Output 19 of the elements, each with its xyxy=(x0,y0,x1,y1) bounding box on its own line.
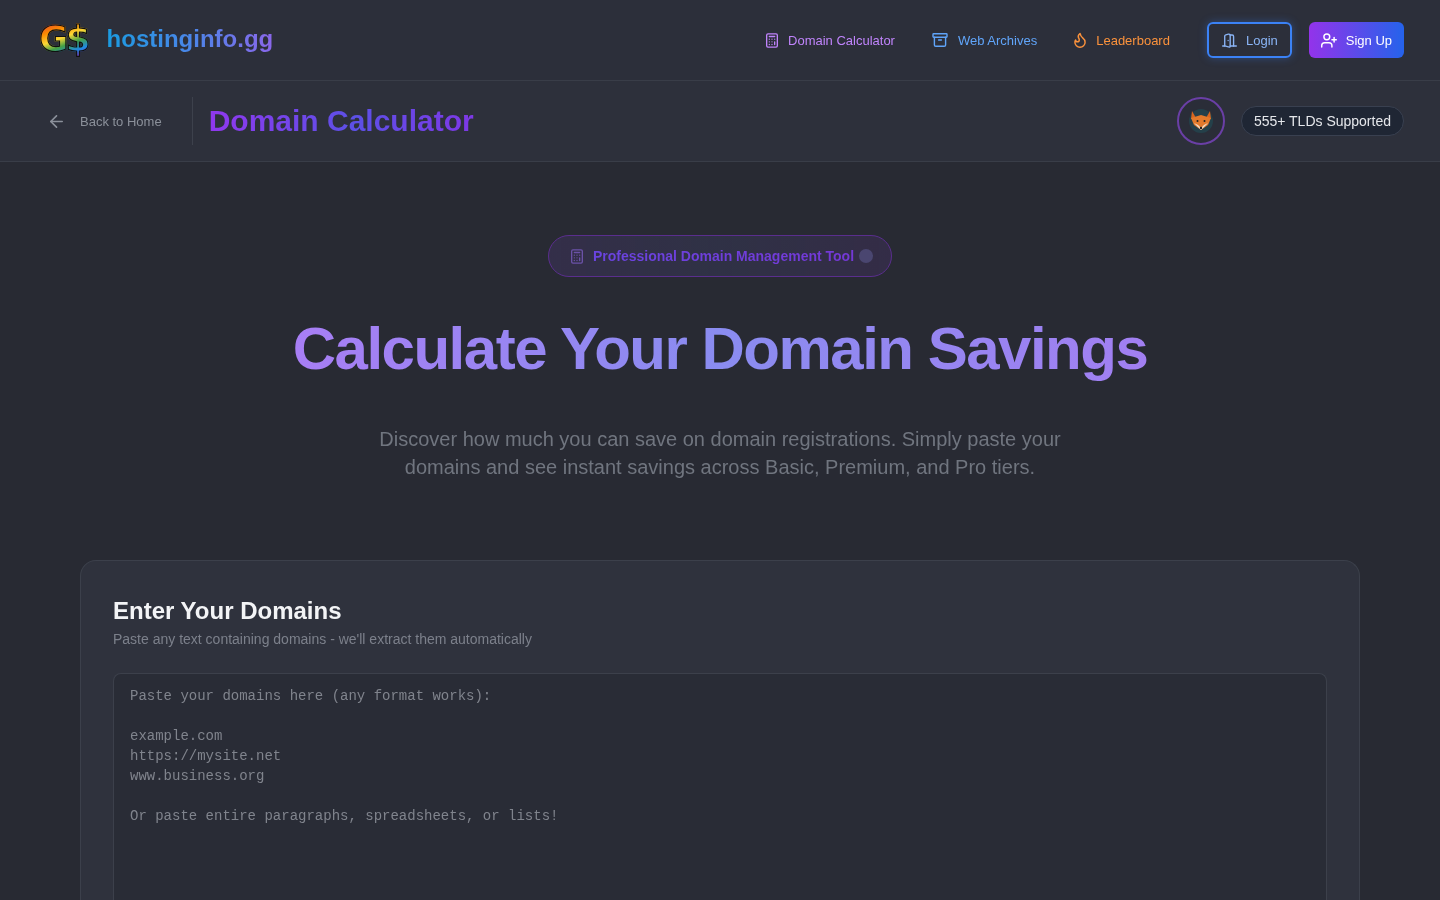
login-button[interactable]: Login xyxy=(1206,22,1292,58)
user-plus-icon xyxy=(1320,32,1337,48)
dot-icon xyxy=(859,249,874,263)
card-subtitle: Paste any text containing domains - we'll extract them automatically xyxy=(113,630,532,649)
flame-icon xyxy=(1074,32,1087,48)
domain-input-field[interactable]: Paste your domains here (any format works): example.com https://mysite.net www.business.org Or paste entire paragraphs, spreadsheets, or lists! xyxy=(113,673,1327,900)
door-icon xyxy=(1221,32,1237,48)
nav-link[interactable]: Domain Calculator xyxy=(766,32,895,48)
nav-link[interactable]: Web Archives xyxy=(931,32,1038,48)
back-link[interactable]: Back to Home xyxy=(48,113,164,129)
tld-count-badge: 555+ TLDs Supported xyxy=(1240,106,1404,136)
fox-icon xyxy=(1176,97,1225,145)
archive-box-icon xyxy=(931,33,948,47)
calculator-icon xyxy=(766,32,778,48)
card-title: Enter Your Domains xyxy=(113,596,342,626)
sign-up-button[interactable]: Sign Up xyxy=(1308,22,1404,58)
calculator-icon xyxy=(570,248,583,264)
hero-subtitle: Discover how much you can save on domain registrations. Simply paste your domains and see instant savings across Basic, Premium, and Pro tiers. xyxy=(378,427,1062,480)
nav-link[interactable]: Leaderboard xyxy=(1074,32,1170,48)
